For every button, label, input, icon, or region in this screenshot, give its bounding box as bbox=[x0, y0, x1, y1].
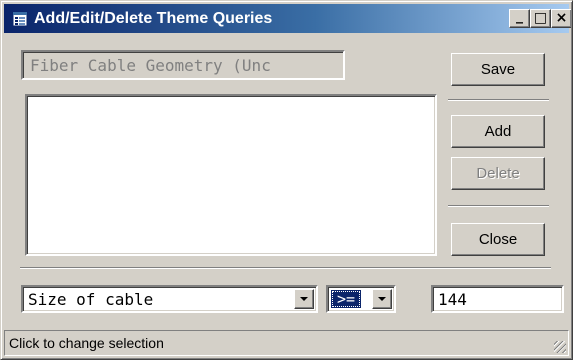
maximize-button[interactable]: □ bbox=[530, 9, 551, 28]
minimize-button[interactable]: _ bbox=[509, 9, 530, 28]
close-button[interactable]: Close bbox=[451, 223, 545, 256]
add-button[interactable]: Add bbox=[451, 115, 545, 148]
minimize-icon: _ bbox=[516, 8, 523, 24]
app-list-icon bbox=[12, 11, 28, 27]
delete-button[interactable]: Delete bbox=[451, 157, 545, 190]
chevron-down-icon bbox=[300, 297, 308, 301]
query-list[interactable] bbox=[25, 94, 437, 256]
field-dropdown-button[interactable] bbox=[294, 289, 314, 309]
value-input[interactable]: 144 bbox=[431, 285, 564, 313]
value-input-text: 144 bbox=[438, 290, 467, 309]
save-button[interactable]: Save bbox=[451, 53, 545, 86]
operator-select-value: >= bbox=[331, 290, 361, 308]
operator-select[interactable]: >= bbox=[326, 285, 396, 313]
resize-grip-icon[interactable] bbox=[554, 341, 566, 353]
field-select-value: Size of cable bbox=[28, 290, 154, 309]
status-bar: Click to change selection bbox=[4, 330, 569, 356]
close-window-button[interactable]: × bbox=[551, 9, 572, 28]
title-bar[interactable]: Add/Edit/Delete Theme Queries _ □ × bbox=[4, 4, 572, 33]
window-title: Add/Edit/Delete Theme Queries bbox=[34, 10, 273, 27]
status-text: Click to change selection bbox=[9, 335, 164, 351]
query-name-field[interactable]: Fiber Cable Geometry (Unc bbox=[21, 50, 345, 80]
separator bbox=[448, 205, 549, 207]
query-name-text: Fiber Cable Geometry (Unc bbox=[30, 56, 271, 75]
close-icon: × bbox=[555, 10, 568, 26]
field-select[interactable]: Size of cable bbox=[21, 285, 318, 313]
separator bbox=[20, 267, 551, 269]
theme-queries-dialog: Add/Edit/Delete Theme Queries _ □ × Fibe… bbox=[0, 0, 573, 360]
operator-dropdown-button[interactable] bbox=[372, 289, 392, 309]
separator bbox=[448, 99, 549, 101]
maximize-icon: □ bbox=[533, 10, 548, 26]
chevron-down-icon bbox=[378, 297, 386, 301]
